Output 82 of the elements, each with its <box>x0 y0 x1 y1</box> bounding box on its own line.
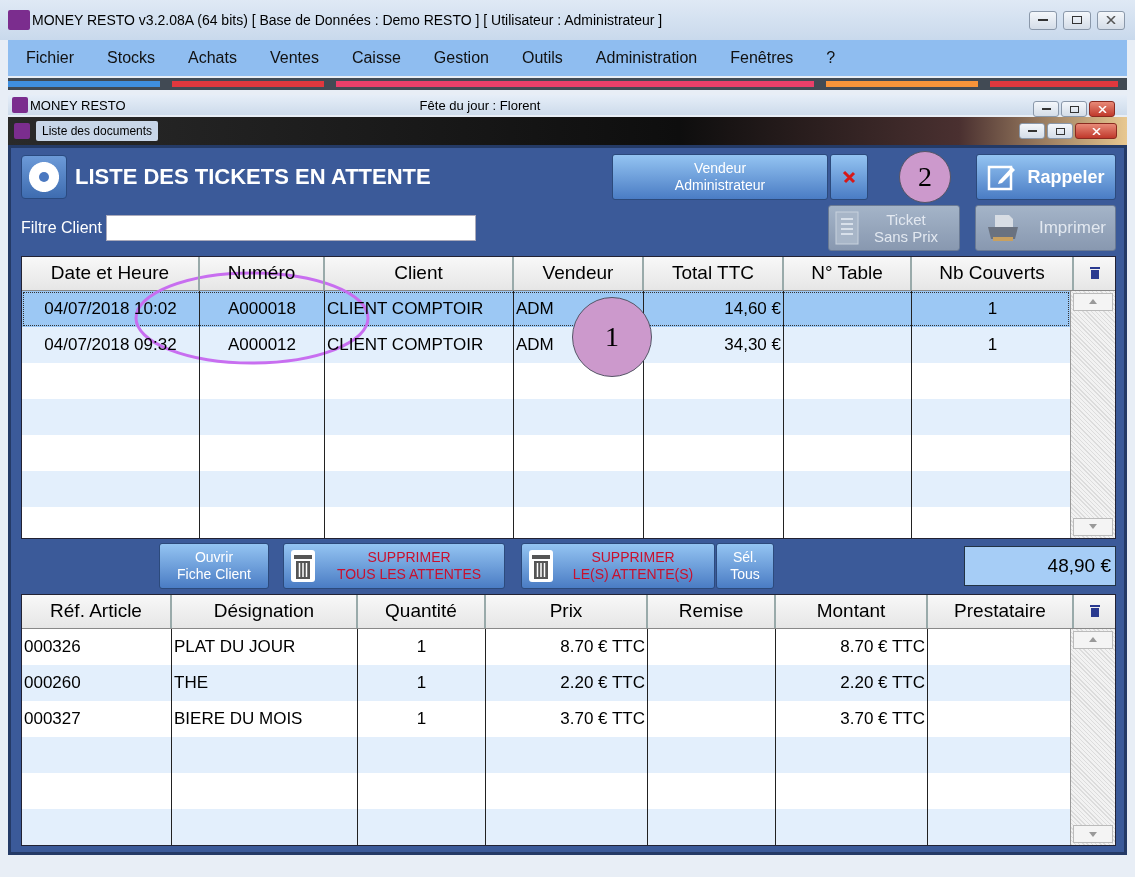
table-cell: 8.70 € TTC <box>486 628 648 665</box>
column-header[interactable]: Réf. Article <box>22 594 172 628</box>
document-icon <box>835 211 859 246</box>
client-filter-field[interactable] <box>105 215 476 242</box>
menu-item[interactable]: Gestion <box>433 49 489 67</box>
menu-item[interactable]: Administration <box>595 49 698 67</box>
maximize-icon <box>1055 127 1065 135</box>
column-header[interactable]: N° Table <box>784 256 912 290</box>
table-cell: A000012 <box>200 326 325 363</box>
table-cell: 1 <box>358 628 486 665</box>
table-cell: CLIENT COMPTOIR <box>325 326 514 363</box>
minimize-button[interactable] <box>1019 123 1045 139</box>
edit-icon <box>987 163 1018 192</box>
column-header[interactable]: Vendeur <box>514 256 644 290</box>
app-logo-icon <box>8 10 30 30</box>
column-header[interactable]: Nb Couverts <box>912 256 1074 290</box>
column-header[interactable]: Quantité <box>358 594 486 628</box>
clear-vendor-button[interactable] <box>830 154 868 201</box>
minimize-icon <box>1038 18 1048 22</box>
table-cell: 1 <box>358 700 486 737</box>
menu-item[interactable]: Achats <box>188 49 237 67</box>
column-header[interactable]: Prix <box>486 594 648 628</box>
table-cell: THE <box>172 664 358 701</box>
table-cell: 2.20 € TTC <box>486 664 648 701</box>
filter-label: Filtre Client <box>21 219 102 238</box>
maximize-button[interactable] <box>1061 101 1087 117</box>
column-header[interactable]: Montant <box>776 594 928 628</box>
window-title: MONEY RESTO v3.2.08A (64 bits) [ Base de Données : Demo RESTO ] [ Utilisateur : Administrateur ] <box>32 12 663 28</box>
table-cell: BIERE DU MOIS <box>172 700 358 737</box>
minimize-icon <box>1027 129 1037 133</box>
table-cell: 000327 <box>22 700 172 737</box>
day-name-text: Fête du jour : Florent <box>419 97 541 113</box>
menu-item[interactable]: Ventes <box>269 49 319 67</box>
maximize-button[interactable] <box>1047 123 1073 139</box>
menu-item[interactable]: ? <box>826 49 836 67</box>
table-cell: 3.70 € TTC <box>776 700 928 737</box>
settings-icon <box>21 155 67 200</box>
column-header[interactable]: Désignation <box>172 594 358 628</box>
maximize-icon <box>1072 16 1082 24</box>
maximize-button[interactable] <box>1063 10 1091 30</box>
dialog-title: Liste des documents <box>36 121 159 141</box>
table-cell: 04/07/2018 09:32 <box>22 326 200 363</box>
minimize-button[interactable] <box>1033 101 1059 117</box>
close-icon <box>1106 16 1116 24</box>
menu-item[interactable]: Outils <box>521 49 563 67</box>
trash-icon <box>290 549 316 584</box>
cross-icon <box>842 170 856 185</box>
close-icon <box>1097 105 1107 113</box>
app-logo-icon <box>12 97 28 113</box>
minimize-icon <box>1041 107 1051 111</box>
minimize-button[interactable] <box>1029 10 1057 30</box>
trash-icon <box>528 549 554 584</box>
column-header[interactable]: Date et Heure <box>22 256 200 290</box>
total-amount: 48,90 € <box>964 546 1116 587</box>
table-cell: 1 <box>358 664 486 701</box>
table-cell: PLAT DU JOUR <box>172 628 358 665</box>
table-row[interactable]: 04/07/2018 10:02 A000018 CLIENT COMPTOIR ADM 14,60 € 1 <box>22 290 1070 327</box>
table-cell: CLIENT COMPTOIR <box>325 290 514 327</box>
panel-heading: LISTE DES TICKETS EN ATTENTE <box>75 164 431 191</box>
menu-item[interactable]: Caisse <box>351 49 401 67</box>
column-header[interactable]: Remise <box>648 594 776 628</box>
column-header[interactable]: Numéro <box>200 256 325 290</box>
table-cell: 2.20 € TTC <box>776 664 928 701</box>
table-cell: A000018 <box>200 290 325 327</box>
app-logo-icon <box>14 123 30 139</box>
table-cell: 000326 <box>22 628 172 665</box>
menu-item[interactable]: Stocks <box>107 49 156 67</box>
window-title: MONEY RESTO <box>30 97 126 113</box>
close-button[interactable] <box>1089 101 1115 117</box>
menu-item[interactable]: Fichier <box>26 49 74 67</box>
close-icon <box>1091 127 1101 135</box>
table-cell: 000260 <box>22 664 172 701</box>
column-header[interactable]: Total TTC <box>644 256 784 290</box>
column-header[interactable]: Prestataire <box>928 594 1074 628</box>
table-cell: 04/07/2018 10:02 <box>22 290 200 327</box>
close-button[interactable] <box>1097 10 1125 30</box>
table-cell: 3.70 € TTC <box>486 700 648 737</box>
maximize-icon <box>1069 105 1079 113</box>
menu-item[interactable]: Fenêtres <box>730 49 794 67</box>
close-button[interactable] <box>1075 123 1117 139</box>
table-cell: 8.70 € TTC <box>776 628 928 665</box>
column-header[interactable]: Client <box>325 256 514 290</box>
